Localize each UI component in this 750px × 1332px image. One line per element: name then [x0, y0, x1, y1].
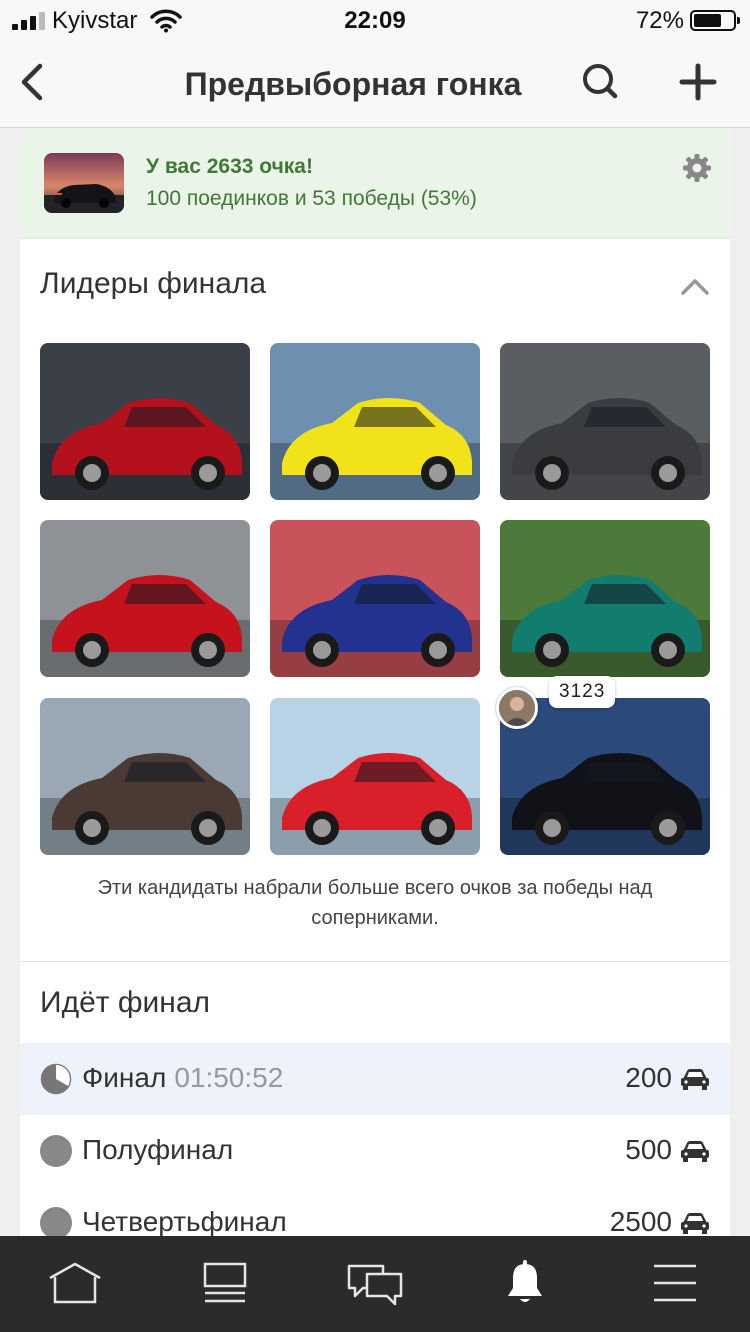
- stage-status-icon: [40, 1135, 72, 1167]
- feed-icon[interactable]: [195, 1258, 255, 1308]
- content-card: У вас 2633 очка! 100 поединков и 53 побе…: [20, 129, 730, 1236]
- divider: [20, 961, 730, 962]
- leader-score-bubble: 3123: [549, 676, 616, 708]
- notifications-icon[interactable]: [495, 1258, 555, 1308]
- battery-icon: [690, 10, 740, 31]
- score-panel[interactable]: У вас 2633 очка! 100 поединков и 53 побе…: [20, 129, 730, 239]
- stage-status-icon: [40, 1207, 72, 1236]
- final-title: Идёт финал: [40, 986, 211, 1019]
- leader-car-photo[interactable]: [500, 343, 710, 500]
- messages-icon[interactable]: [345, 1258, 405, 1308]
- battery-percent: 72%: [635, 7, 684, 34]
- stage-value: 2500: [609, 1206, 672, 1236]
- score-title: У вас 2633 очка!: [146, 155, 313, 178]
- gear-icon[interactable]: [682, 153, 712, 183]
- leader-car-photo[interactable]: [500, 520, 710, 677]
- stage-row[interactable]: Четвертьфинал 2500: [20, 1187, 730, 1236]
- stage-label: Четвертьфинал: [82, 1206, 287, 1236]
- user-car-thumbnail: [44, 153, 124, 213]
- avatar[interactable]: [496, 687, 538, 729]
- chevron-up-icon[interactable]: [680, 273, 710, 299]
- stage-label: Полуфинал: [82, 1134, 234, 1165]
- stage-row[interactable]: Полуфинал 500: [20, 1115, 730, 1187]
- leaders-note: Эти кандидаты набрали больше всего очков…: [97, 877, 653, 929]
- menu-icon[interactable]: [645, 1258, 705, 1308]
- stage-row[interactable]: Финал 01:50:52 200: [20, 1043, 730, 1115]
- leader-car-photo[interactable]: [270, 698, 480, 855]
- home-icon[interactable]: [45, 1258, 105, 1308]
- stage-label: Финал 01:50:52: [82, 1062, 284, 1093]
- timer-pie-icon: [40, 1063, 72, 1095]
- score-stats: 100 поединков и 53 победы (53%): [146, 187, 477, 210]
- bottom-nav: [0, 1236, 750, 1332]
- leader-car-photo[interactable]: [40, 520, 250, 677]
- stage-value: 500: [625, 1134, 672, 1165]
- leaders-grid: [40, 343, 710, 855]
- search-icon[interactable]: [578, 58, 622, 106]
- car-icon: [681, 1213, 709, 1234]
- leader-car-photo[interactable]: [40, 698, 250, 855]
- leaders-title: Лидеры финала: [40, 267, 267, 300]
- stage-timer: 01:50:52: [174, 1062, 284, 1093]
- nav-header: Предвыборная гонка: [0, 40, 750, 128]
- stage-value: 200: [625, 1062, 672, 1093]
- leader-car-photo[interactable]: [270, 343, 480, 500]
- car-icon: [681, 1069, 709, 1090]
- leader-car-photo[interactable]: [270, 520, 480, 677]
- status-bar: Kyivstar 22:09 72%: [0, 0, 750, 40]
- leader-car-photo[interactable]: [40, 343, 250, 500]
- plus-icon[interactable]: [676, 60, 720, 104]
- car-icon: [681, 1141, 709, 1162]
